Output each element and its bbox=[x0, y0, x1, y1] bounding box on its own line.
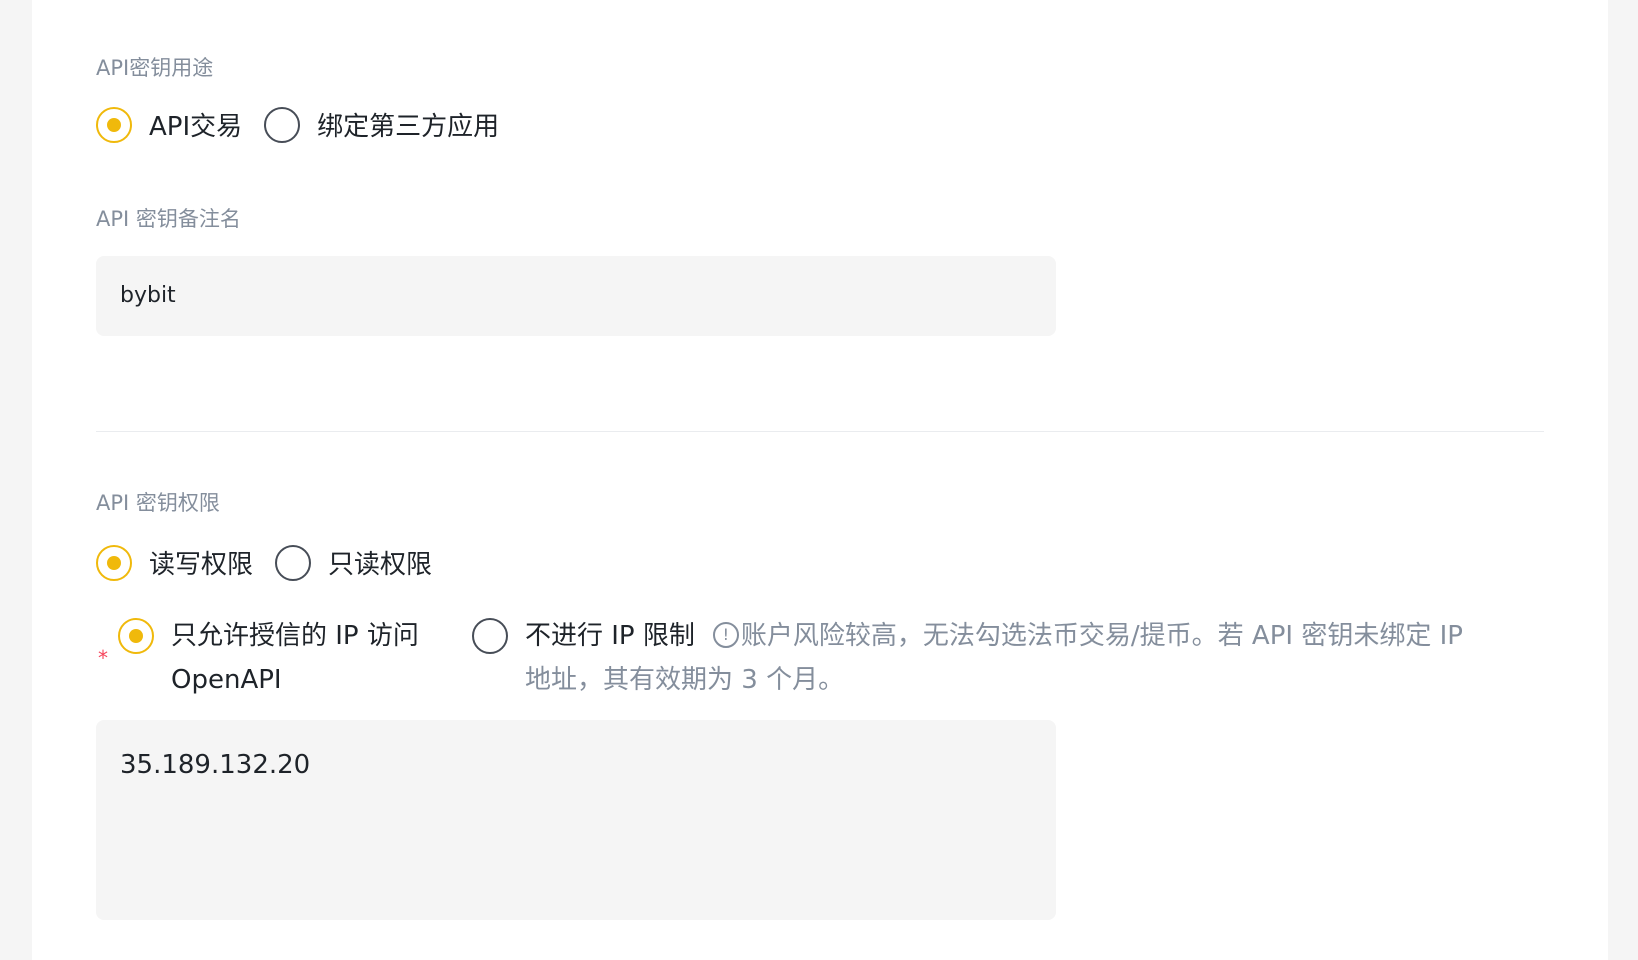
usage-third-party-radio[interactable] bbox=[264, 106, 301, 143]
permission-label: API 密钥权限 bbox=[96, 491, 220, 515]
required-mark: * bbox=[98, 646, 108, 670]
usage-third-party-label[interactable]: 绑定第三方应用 bbox=[317, 106, 499, 143]
usage-api-trading-radio[interactable] bbox=[96, 106, 132, 143]
usage-label: API密钥用途 bbox=[96, 56, 214, 80]
ip-no-limit-text[interactable]: 不进行 IP 限制! 账户风险较高，无法勾选法币交易/提币。若 API 密钥未绑定… bbox=[525, 614, 1463, 702]
permission-read-only-radio[interactable] bbox=[275, 544, 312, 581]
note-input[interactable]: bybit bbox=[96, 256, 1056, 336]
info-icon: ! bbox=[712, 621, 739, 648]
note-label: API 密钥备注名 bbox=[96, 207, 241, 231]
usage-radio-group: API交易 绑定第三方应用 bbox=[96, 106, 499, 143]
ip-trusted-label[interactable]: 只允许授信的 IP 访问 OpenAPI bbox=[171, 614, 419, 702]
permission-read-write-radio[interactable] bbox=[96, 544, 132, 581]
api-key-form-card: API密钥用途 API交易 绑定第三方应用 API 密钥备注名 bybit AP… bbox=[32, 0, 1608, 960]
usage-api-trading-label[interactable]: API交易 bbox=[149, 106, 242, 143]
permission-read-only-label[interactable]: 只读权限 bbox=[328, 544, 432, 581]
ip-whitelist-textarea[interactable]: 35.189.132.20 bbox=[96, 720, 1056, 920]
ip-restriction-group: * 只允许授信的 IP 访问 OpenAPI 不进行 IP 限制! 账户风险较高，… bbox=[96, 618, 1556, 708]
ip-no-limit-option[interactable]: 不进行 IP 限制! 账户风险较高，无法勾选法币交易/提币。若 API 密钥未绑定… bbox=[472, 618, 1463, 702]
ip-trusted-radio[interactable] bbox=[118, 618, 154, 654]
ip-no-limit-radio[interactable] bbox=[472, 618, 508, 654]
ip-trusted-option[interactable]: 只允许授信的 IP 访问 OpenAPI bbox=[118, 618, 419, 702]
permission-read-write-label[interactable]: 读写权限 bbox=[149, 544, 253, 581]
section-divider bbox=[96, 431, 1544, 432]
ip-warning-line2: 地址，其有效期为 3 个月。 bbox=[525, 665, 845, 695]
permission-radio-group: 读写权限 只读权限 bbox=[96, 544, 432, 581]
ip-no-limit-label[interactable]: 不进行 IP 限制 bbox=[525, 621, 695, 651]
ip-warning-line1: 账户风险较高，无法勾选法币交易/提币。若 API 密钥未绑定 IP bbox=[740, 621, 1463, 651]
